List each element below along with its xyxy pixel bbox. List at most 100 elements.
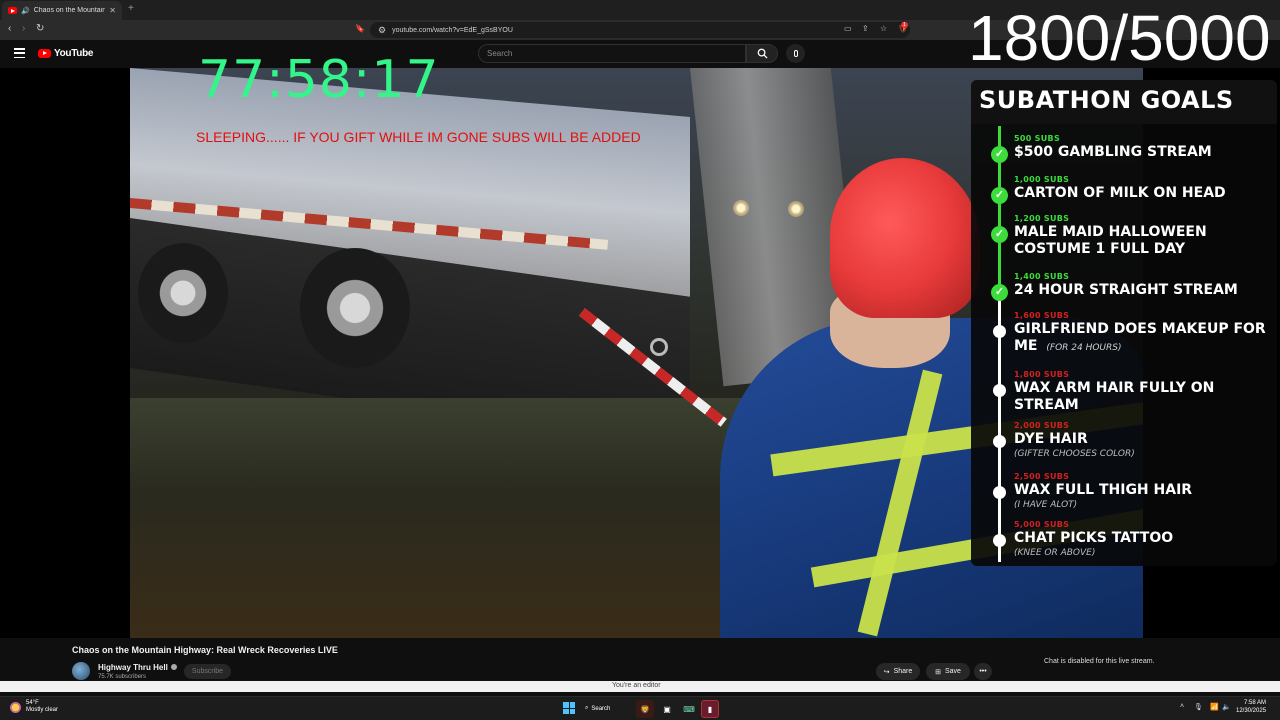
goal-subs-threshold: 1,200 SUBS	[1014, 214, 1070, 223]
goal-pending-dot-icon	[993, 325, 1006, 338]
goal-description: MALE MAID HALLOWEEN COSTUME 1 FULL DAY	[1014, 224, 1269, 258]
channel-avatar[interactable]	[72, 662, 90, 680]
youtube-logo[interactable]: YouTube	[38, 48, 94, 59]
forward-icon[interactable]: ›	[22, 23, 25, 34]
weather-widget[interactable]: 54°F Mostly clear	[10, 700, 58, 714]
goal-pending-dot-icon	[993, 435, 1006, 448]
goal-subs-threshold: 1,000 SUBS	[1014, 175, 1070, 184]
taskbar-date: 12/30/2025	[1236, 708, 1267, 714]
taskbar-search[interactable]: ⌕ Search	[585, 701, 629, 716]
subathon-goals-panel: SUBATHON GOALS 500 SUBS $500 GAMBLING STR…	[971, 80, 1277, 566]
video-scene-wheel	[300, 248, 410, 368]
youtube-logo-text: YouTube	[54, 48, 94, 59]
goal-text: CHAT PICKS TATTOO	[1014, 530, 1174, 546]
share-icon: ↪	[883, 668, 890, 676]
goal-description: DYE HAIR (GIFTER CHOOSES COLOR)	[1014, 431, 1269, 460]
taskbar-time: 7:58 AM	[1244, 700, 1267, 706]
video-scene-light	[733, 200, 749, 216]
browser-tab[interactable]: 🔊 Chaos on the Mountain High ✕	[2, 1, 122, 20]
back-icon[interactable]: ‹	[8, 23, 11, 34]
goal-description: 24 HOUR STRAIGHT STREAM	[1014, 282, 1269, 299]
goal-text: WAX FULL THIGH HAIR	[1014, 482, 1193, 498]
menu-icon[interactable]	[14, 48, 25, 58]
goal-subs-threshold: 500 SUBS	[1014, 134, 1061, 143]
share-label: Share	[893, 668, 913, 675]
youtube-play-icon	[38, 49, 51, 58]
start-icon[interactable]	[563, 702, 575, 714]
voice-search-button[interactable]	[786, 44, 805, 63]
video-scene-wheel	[138, 243, 228, 343]
sub-goal-counter: 1800/5000	[968, 2, 1271, 74]
terminal-app-icon[interactable]: ⌨	[680, 700, 698, 718]
subscribe-button[interactable]: Subscribe	[184, 664, 231, 679]
windows-taskbar: 54°F Mostly clear ⌕ Search 🦁 ▣ ⌨ ▮ ˄ 🎙 📶 🔈…	[0, 696, 1280, 720]
brave-browser-icon[interactable]: 🦁	[636, 700, 654, 718]
search-button[interactable]	[746, 44, 778, 63]
save-label: Save	[944, 668, 961, 675]
more-actions-button[interactable]: •••	[974, 663, 992, 680]
goal-note: (KNEE OR ABOVE)	[1014, 548, 1096, 558]
goal-subs-threshold: 1,400 SUBS	[1014, 272, 1070, 281]
extension-badge: 1	[901, 22, 908, 28]
goal-pending-dot-icon	[993, 486, 1006, 499]
reload-icon[interactable]: ↻	[36, 23, 44, 34]
share-button[interactable]: ↪ Share	[876, 663, 920, 680]
screen: 🔊 Chaos on the Mountain High ✕ + ‹ › ↻ 🔖…	[0, 0, 1280, 720]
goal-complete-check-icon: ✓	[991, 146, 1008, 163]
goal-note: (I HAVE ALOT)	[1014, 500, 1078, 510]
task-view-icon[interactable]: ▣	[658, 700, 676, 718]
goal-description: CHAT PICKS TATTOO (KNEE OR ABOVE)	[1014, 530, 1269, 559]
tray-chevron-icon[interactable]: ˄	[1180, 703, 1184, 710]
goal-description: GIRLFRIEND DOES MAKEUP FOR ME (FOR 24 HO…	[1014, 321, 1269, 357]
save-button[interactable]: ⊞ Save	[926, 663, 970, 680]
active-app-icon[interactable]: ▮	[701, 700, 719, 718]
url-text: youtube.com/watch?v=EdE_gSsBYOU	[392, 26, 513, 34]
goal-pending-dot-icon	[993, 534, 1006, 547]
microphone-tray-icon[interactable]: 🎙	[1194, 703, 1203, 711]
close-tab-icon[interactable]: ✕	[109, 6, 116, 15]
search-icon	[757, 48, 768, 59]
microphone-icon	[793, 50, 798, 57]
goal-subs-threshold: 2,500 SUBS	[1014, 472, 1070, 481]
site-info-icon[interactable]: ⚙	[378, 25, 386, 36]
goal-description: CARTON OF MILK ON HEAD	[1014, 185, 1269, 202]
goal-description: WAX ARM HAIR FULLY ON STREAM	[1014, 380, 1269, 414]
video-letterbox-left	[0, 68, 130, 638]
verified-icon	[170, 664, 177, 670]
video-scene-red-hat	[830, 158, 980, 318]
bookmark-icon[interactable]: 🔖	[355, 24, 365, 33]
channel-name-row[interactable]: Highway Thru Hell	[98, 663, 177, 672]
cast-icon[interactable]: ▭	[844, 24, 852, 33]
weather-condition: Mostly clear	[26, 707, 59, 713]
search-icon: ⌕	[585, 705, 589, 711]
subathon-timer: 77:58:17	[198, 50, 440, 110]
chat-disabled-notice: Chat is disabled for this live stream.	[1044, 658, 1155, 665]
taskbar-search-label: Search	[591, 705, 611, 712]
volume-icon[interactable]: 🔈	[1222, 703, 1231, 711]
channel-name[interactable]: Highway Thru Hell	[98, 663, 168, 672]
goal-description: WAX FULL THIGH HAIR (I HAVE ALOT)	[1014, 482, 1269, 511]
youtube-favicon-icon	[8, 7, 17, 14]
tab-title: Chaos on the Mountain High	[33, 7, 106, 14]
goal-pending-dot-icon	[993, 384, 1006, 397]
editor-notice-bar: You're an editor	[0, 681, 1280, 692]
goal-text: MALE MAID HALLOWEEN COSTUME 1 FULL DAY	[1014, 224, 1207, 257]
video-title: Chaos on the Mountain Highway: Real Wrec…	[72, 645, 338, 655]
weather-icon	[10, 701, 21, 713]
speaker-icon[interactable]: 🔊	[21, 7, 30, 15]
wifi-icon[interactable]: 📶	[1210, 703, 1219, 711]
sleeping-notice: SLEEPING...... IF YOU GIFT WHILE IM GONE…	[196, 129, 641, 145]
url-field[interactable]: ⚙ youtube.com/watch?v=EdE_gSsBYOU	[370, 22, 910, 38]
taskbar-clock[interactable]: 7:58 AM 12/30/2025	[1236, 699, 1266, 715]
video-scene-light	[788, 201, 804, 217]
video-scene-hook	[650, 338, 668, 356]
goal-subs-threshold: 2,000 SUBS	[1014, 421, 1070, 430]
goal-complete-check-icon: ✓	[991, 187, 1008, 204]
new-tab-button[interactable]: +	[128, 3, 134, 14]
search-input[interactable]: Search	[478, 44, 746, 63]
goal-subs-threshold: 5,000 SUBS	[1014, 520, 1070, 529]
bookmark-star-icon[interactable]: ☆	[880, 24, 887, 33]
goal-text: WAX ARM HAIR FULLY ON STREAM	[1014, 380, 1215, 413]
goal-text: 24 HOUR STRAIGHT STREAM	[1014, 282, 1238, 298]
share-page-icon[interactable]: ⇪	[862, 24, 869, 33]
